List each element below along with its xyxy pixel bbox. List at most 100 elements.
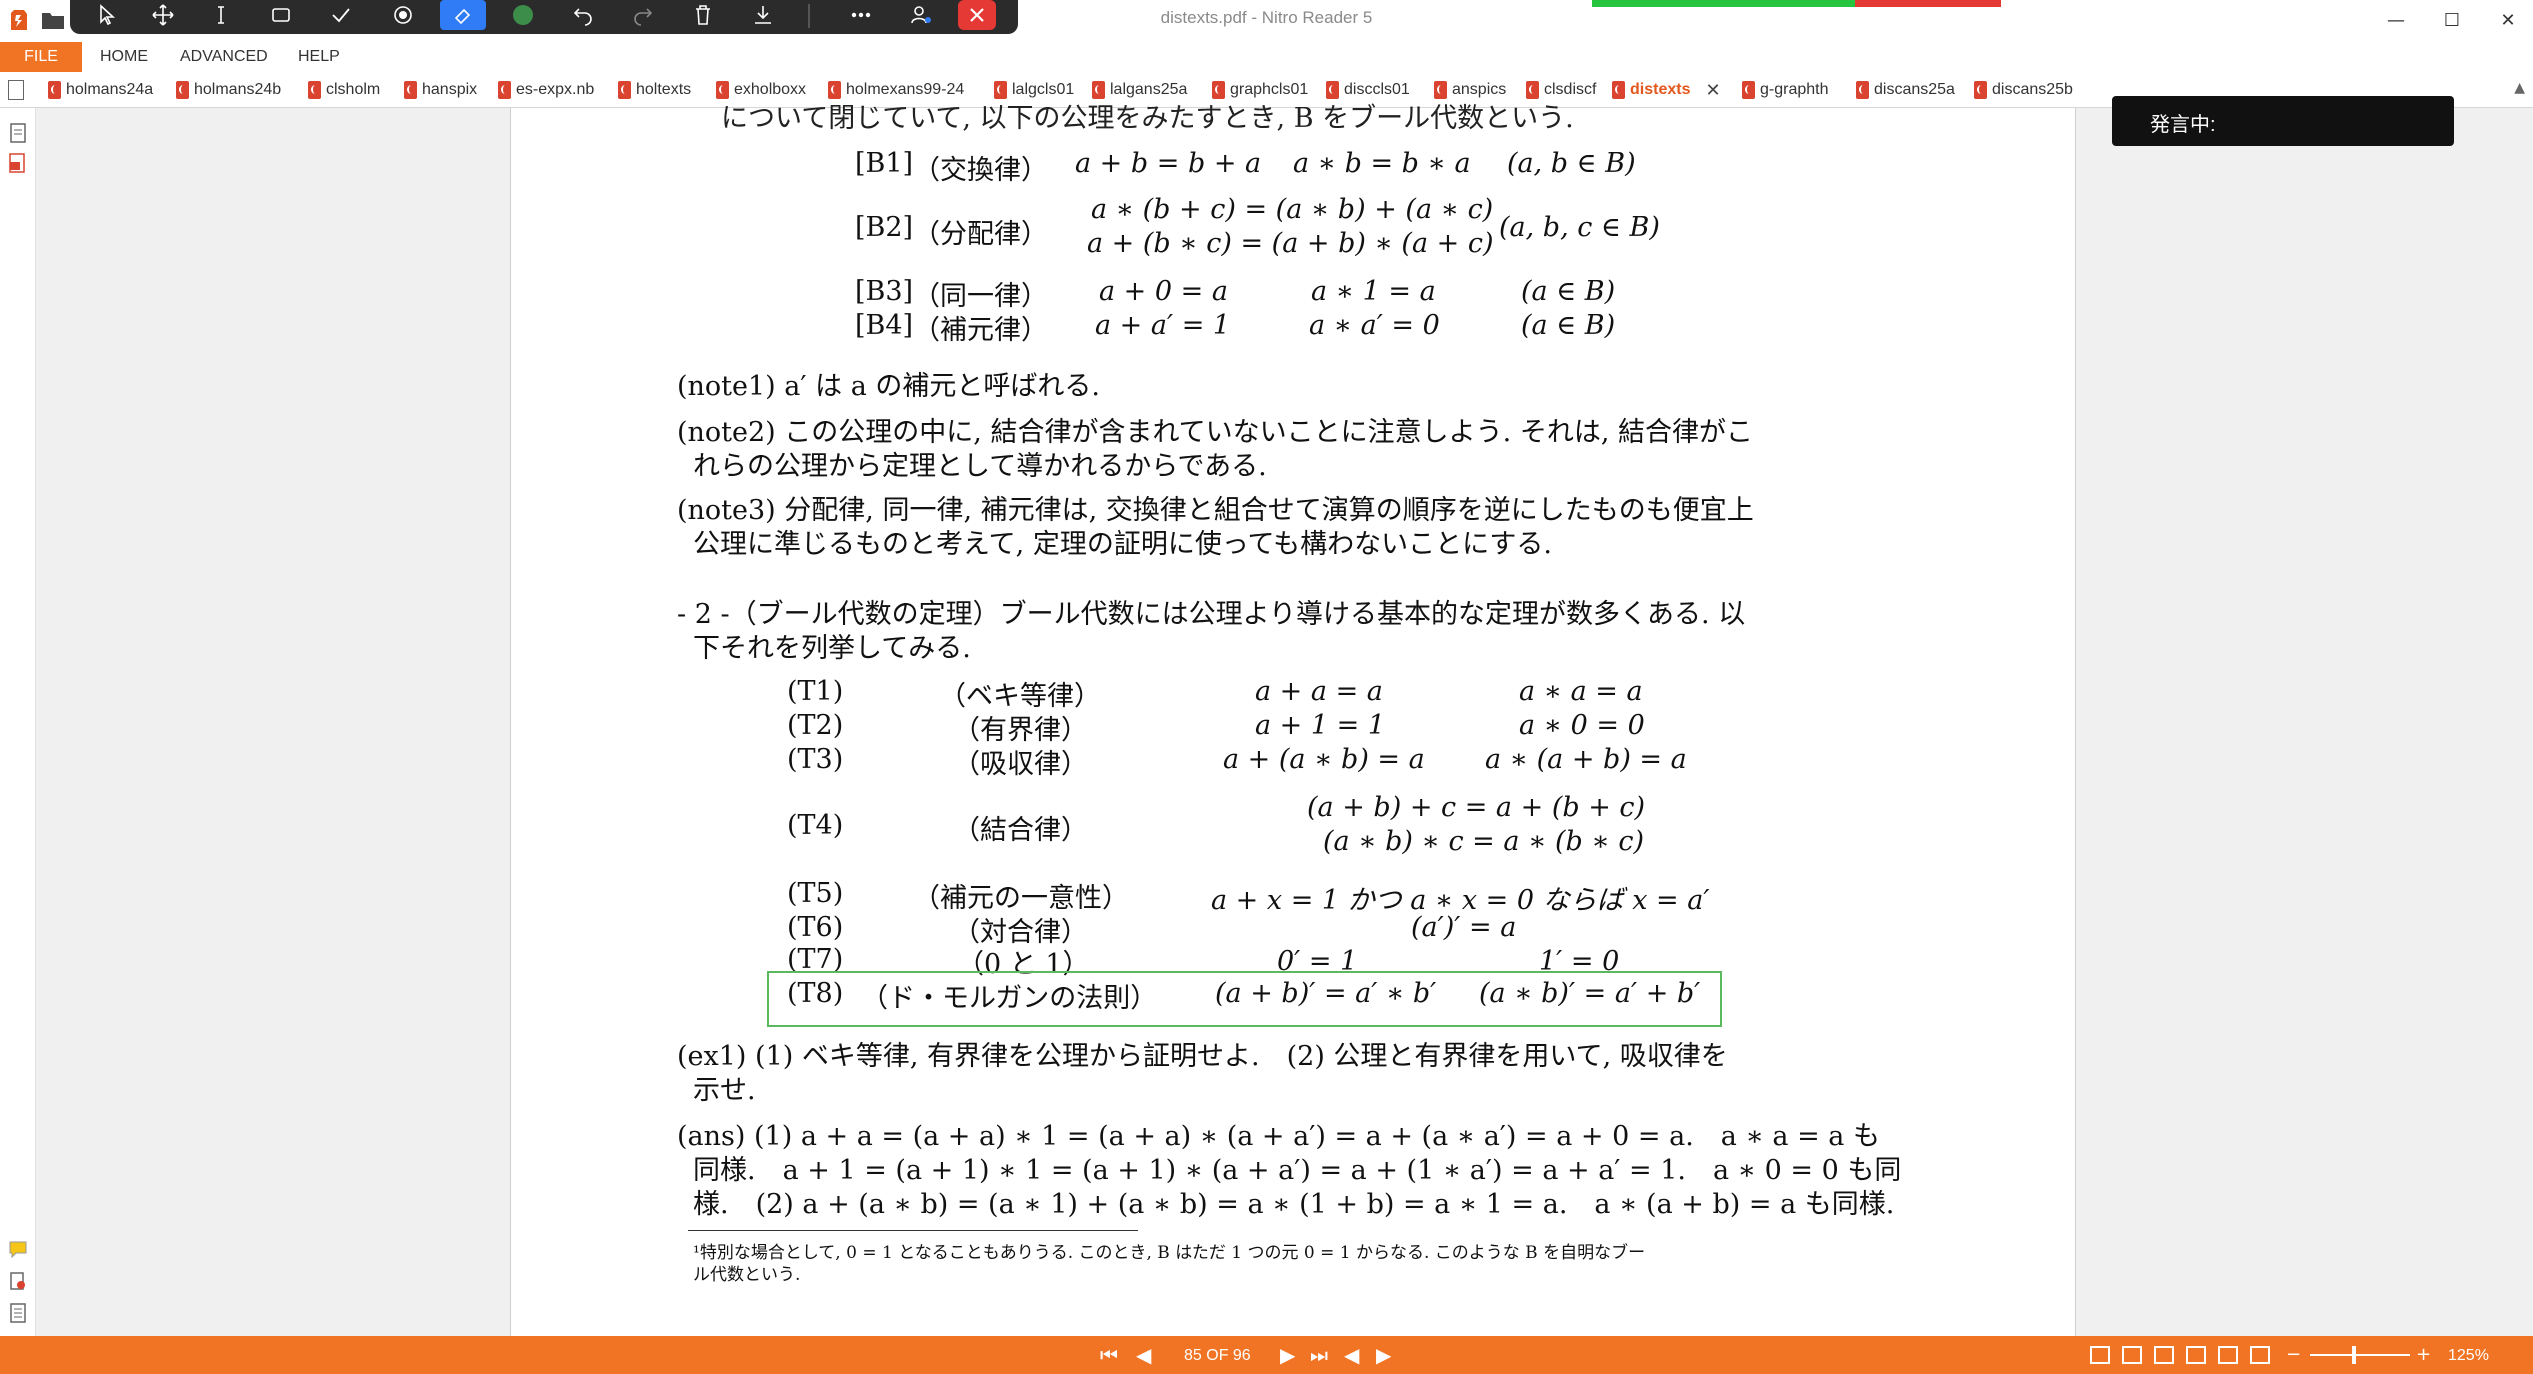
bookmarks-panel-icon[interactable] (8, 152, 28, 174)
redo-icon[interactable] (620, 0, 666, 30)
theorem-id: (T1) (787, 676, 844, 707)
tab-clsholm[interactable]: clsholm (308, 77, 380, 103)
toolbar-separator (808, 4, 810, 28)
theorem-formula: (a ∗ b) ∗ c = a ∗ (b ∗ c) (1323, 826, 1644, 857)
tab-list-icon[interactable] (8, 80, 24, 100)
tab-overflow-icon[interactable]: ▲ (2514, 80, 2525, 96)
continuous-view-icon[interactable] (2122, 1346, 2142, 1364)
theorem-formula: a + a = a (1255, 676, 1383, 707)
highlight-rectangle-annotation[interactable] (767, 971, 1722, 1027)
tab-label: es-expx.nb (516, 81, 595, 98)
axiom-condition: (a ∈ B) (1521, 310, 1616, 341)
menu-advanced[interactable]: ADVANCED (180, 48, 268, 66)
menu-home[interactable]: HOME (100, 48, 148, 66)
single-page-view-icon[interactable] (2090, 1346, 2110, 1364)
axiom-name: （分配律） (913, 219, 1048, 250)
axiom-formula: a + a′ = 1 (1095, 310, 1231, 341)
pdf-file-icon (1742, 81, 1755, 99)
exercise1-line2: 示せ. (693, 1075, 756, 1106)
record-icon[interactable] (380, 0, 426, 30)
pdf-file-icon (1856, 81, 1869, 99)
tab-label: holmans24b (194, 81, 282, 98)
trash-icon[interactable] (680, 0, 726, 30)
last-page-icon[interactable]: ⏭ (1310, 1345, 1328, 1365)
undo-icon[interactable] (560, 0, 606, 30)
document-viewport[interactable]: について閉じていて, 以下の公理をみたすとき, B をブール代数という. [B1… (36, 103, 2533, 1336)
pages-panel-icon[interactable] (8, 122, 28, 144)
theorem-id: (T2) (787, 710, 844, 741)
theorem-formula: a + 1 = 1 (1255, 710, 1386, 741)
rectangle-icon[interactable] (258, 0, 304, 30)
tab-label: holmans24a (66, 81, 154, 98)
exercise1-line1: (ex1) (1) ベキ等律, 有界律を公理から証明せよ. (2) 公理と有界律… (677, 1041, 1728, 1072)
zoom-slider-track[interactable] (2310, 1354, 2410, 1356)
axiom-formula: a + b = b + a (1075, 148, 1262, 179)
tab-hanspix[interactable]: hanspix (404, 77, 477, 103)
pdf-file-icon (618, 81, 631, 99)
window-close-button[interactable]: ✕ (2476, 0, 2533, 40)
forward-view-icon[interactable]: ▶ (1376, 1345, 1391, 1365)
first-page-icon[interactable]: ⏮ (1100, 1345, 1118, 1365)
fullscreen-view-icon[interactable] (2218, 1346, 2238, 1364)
tab-holmans24b[interactable]: holmans24b (176, 77, 281, 103)
theorem-id: (T5) (787, 878, 844, 909)
theorem-id: (T6) (787, 912, 844, 943)
minimize-button[interactable]: — (2364, 0, 2428, 40)
maximize-button[interactable]: ☐ (2420, 0, 2484, 40)
comments-panel-icon[interactable] (8, 1238, 28, 1260)
zoom-slider-thumb[interactable] (2352, 1346, 2356, 1364)
axiom-formula: a + (b ∗ c) = (a + b) ∗ (a + c) (1087, 228, 1494, 259)
axiom-formula: a + 0 = a (1099, 276, 1228, 307)
footnote-line2: ル代数という. (693, 1265, 801, 1285)
speaking-indicator: 発言中: (2112, 96, 2454, 146)
axiom-formula: a ∗ (b + c) = (a ∗ b) + (a ∗ c) (1091, 194, 1494, 225)
axiom-id: [B3] (855, 276, 914, 307)
axiom-id: [B4] (855, 310, 914, 341)
zoom-in-button[interactable]: + (2416, 1345, 2431, 1365)
select-arrow-icon[interactable] (84, 0, 130, 30)
toolbar-close-button[interactable] (958, 0, 996, 30)
text-cursor-icon[interactable] (198, 0, 244, 30)
pdf-file-icon (308, 81, 321, 99)
meeting-progress-strip (1592, 0, 2001, 7)
back-view-icon[interactable]: ◀ (1344, 1345, 1359, 1365)
more-icon[interactable] (838, 0, 884, 30)
tab-holtexts[interactable]: holtexts (618, 77, 691, 103)
previous-page-icon[interactable]: ◀ (1136, 1345, 1151, 1365)
theorem-formula: (a′)′ = a (1411, 912, 1517, 943)
download-icon[interactable] (740, 0, 786, 30)
pan-icon[interactable] (140, 0, 186, 30)
tab-g-graphth[interactable]: g-graphth (1742, 77, 1829, 103)
menu-help[interactable]: HELP (298, 48, 340, 66)
presentation-view-icon[interactable] (2250, 1346, 2270, 1364)
tab-holmans24a[interactable]: holmans24a (48, 77, 153, 103)
tab-label: discans25b (1992, 81, 2073, 98)
page-count: 85 OF 96 (1184, 1347, 1251, 1364)
note2-line2: れらの公理から定理として導かれるからである. (693, 451, 1267, 482)
axiom-name: （補元律） (913, 315, 1048, 346)
note3-line2: 公理に準じるものと考えて, 定理の証明に使っても構わないことにする. (693, 529, 1552, 560)
zoom-out-button[interactable]: − (2286, 1345, 2301, 1365)
tab-discans25a[interactable]: discans25a (1856, 77, 1955, 103)
tab-distexts[interactable]: distexts ✕ (1612, 77, 1721, 103)
close-tab-icon[interactable]: ✕ (1705, 80, 1720, 101)
tab-es-expx[interactable]: es-expx.nb (498, 77, 594, 103)
eraser-icon[interactable] (440, 0, 486, 30)
attachments-panel-icon[interactable] (8, 1270, 28, 1292)
tab-discans25b[interactable]: discans25b (1974, 77, 2073, 103)
next-page-icon[interactable]: ▶ (1280, 1345, 1295, 1365)
zoom-level[interactable]: 125% (2448, 1347, 2489, 1365)
tab-label: hanspix (422, 81, 478, 98)
tab-label: discans25a (1874, 81, 1955, 98)
facing-view-icon[interactable] (2154, 1346, 2174, 1364)
axiom-condition: (a, b, c ∈ B) (1499, 212, 1660, 243)
menu-file[interactable]: FILE (0, 42, 82, 72)
facing-continuous-view-icon[interactable] (2186, 1346, 2206, 1364)
color-dot-icon[interactable] (500, 0, 546, 30)
menu-bar: FILE HOME ADVANCED HELP (0, 42, 2533, 72)
pdf-file-icon (404, 81, 417, 99)
layers-panel-icon[interactable] (8, 1302, 28, 1324)
section2-line2: 下それを列挙してみる. (693, 633, 971, 664)
checkmark-icon[interactable] (318, 0, 364, 30)
user-edit-icon[interactable] (898, 0, 944, 30)
